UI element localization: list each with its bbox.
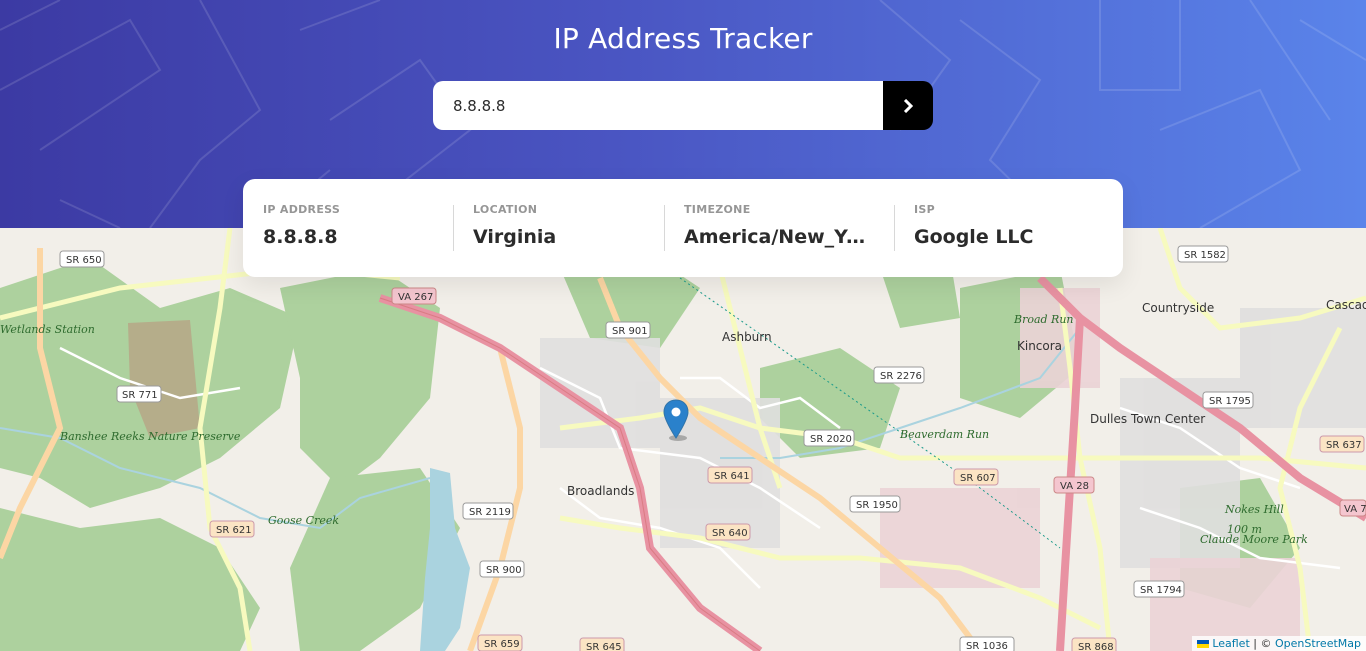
nature-label: 100 m	[1227, 523, 1262, 536]
route-shield: SR 640	[712, 528, 748, 539]
search-form	[433, 81, 933, 130]
info-value: Google LLC	[914, 226, 1034, 248]
info-timezone: TIMEZONE America/New_York	[664, 203, 894, 277]
route-shield: VA 7	[1344, 504, 1366, 515]
page-title: IP Address Tracker	[553, 22, 813, 55]
route-shield: SR 1036	[966, 641, 1008, 651]
place-label: Dulles Town Center	[1090, 412, 1205, 426]
nature-label: Beaverdam Run	[899, 428, 989, 441]
place-label: Ashburn	[722, 330, 772, 344]
route-shield: SR 901	[612, 326, 648, 337]
route-shield: SR 1582	[1184, 250, 1226, 261]
info-ip-address: IP ADDRESS 8.8.8.8	[243, 203, 453, 277]
info-label: TIMEZONE	[684, 203, 751, 216]
info-label: ISP	[914, 203, 935, 216]
route-shield: SR 900	[486, 565, 522, 576]
nature-label: Goose Creek	[268, 514, 339, 527]
ip-info-card: IP ADDRESS 8.8.8.8 LOCATION Virginia TIM…	[243, 179, 1123, 277]
info-label: IP ADDRESS	[263, 203, 341, 216]
route-shield: SR 659	[484, 639, 520, 650]
route-shield: SR 1795	[1209, 396, 1251, 407]
nature-label: Nokes Hill	[1224, 503, 1284, 516]
attribution-separator: | ©	[1249, 637, 1275, 650]
map-tiles[interactable]: Ashburn Broadlands Countryside Kincora D…	[0, 228, 1366, 651]
route-shield: SR 621	[216, 525, 252, 536]
place-label: Broadlands	[567, 484, 634, 498]
map-attribution: Leaflet | © OpenStreetMap	[1192, 636, 1366, 651]
info-value: 8.8.8.8	[263, 226, 338, 248]
nature-label: Wetlands Station	[0, 323, 95, 336]
route-shield: SR 641	[714, 471, 750, 482]
route-shield: SR 1794	[1140, 585, 1182, 596]
place-label: Countryside	[1142, 301, 1214, 315]
info-isp: ISP Google LLC	[894, 203, 1123, 277]
info-location: LOCATION Virginia	[453, 203, 664, 277]
leaflet-link[interactable]: Leaflet	[1212, 637, 1249, 650]
route-shield: SR 650	[66, 255, 102, 266]
route-shield: SR 2020	[810, 434, 852, 445]
map-view[interactable]: Ashburn Broadlands Countryside Kincora D…	[0, 228, 1366, 651]
info-value: America/New_York	[684, 226, 874, 248]
route-shield: SR 2119	[469, 507, 511, 518]
route-shield: SR 868	[1078, 642, 1114, 651]
openstreetmap-link[interactable]: OpenStreetMap	[1275, 637, 1361, 650]
route-shield: SR 637	[1326, 440, 1362, 451]
route-shield: SR 607	[960, 473, 996, 484]
info-label: LOCATION	[473, 203, 538, 216]
route-shield: SR 645	[586, 642, 622, 651]
place-label: Kincora	[1017, 339, 1062, 353]
ip-search-input[interactable]	[433, 81, 883, 130]
route-shield: SR 771	[122, 390, 158, 401]
place-label: Cascades	[1326, 298, 1366, 312]
nature-label: Banshee Reeks Nature Preserve	[59, 430, 241, 443]
route-shield: VA 267	[398, 292, 433, 303]
route-shield: SR 1950	[856, 500, 898, 511]
route-shield: SR 2276	[880, 371, 922, 382]
nature-label: Broad Run	[1013, 313, 1074, 326]
chevron-right-icon	[903, 98, 913, 113]
route-shield: VA 28	[1060, 481, 1089, 492]
info-value: Virginia	[473, 226, 557, 248]
ukraine-flag-icon	[1197, 640, 1210, 648]
search-submit-button[interactable]	[883, 81, 933, 130]
